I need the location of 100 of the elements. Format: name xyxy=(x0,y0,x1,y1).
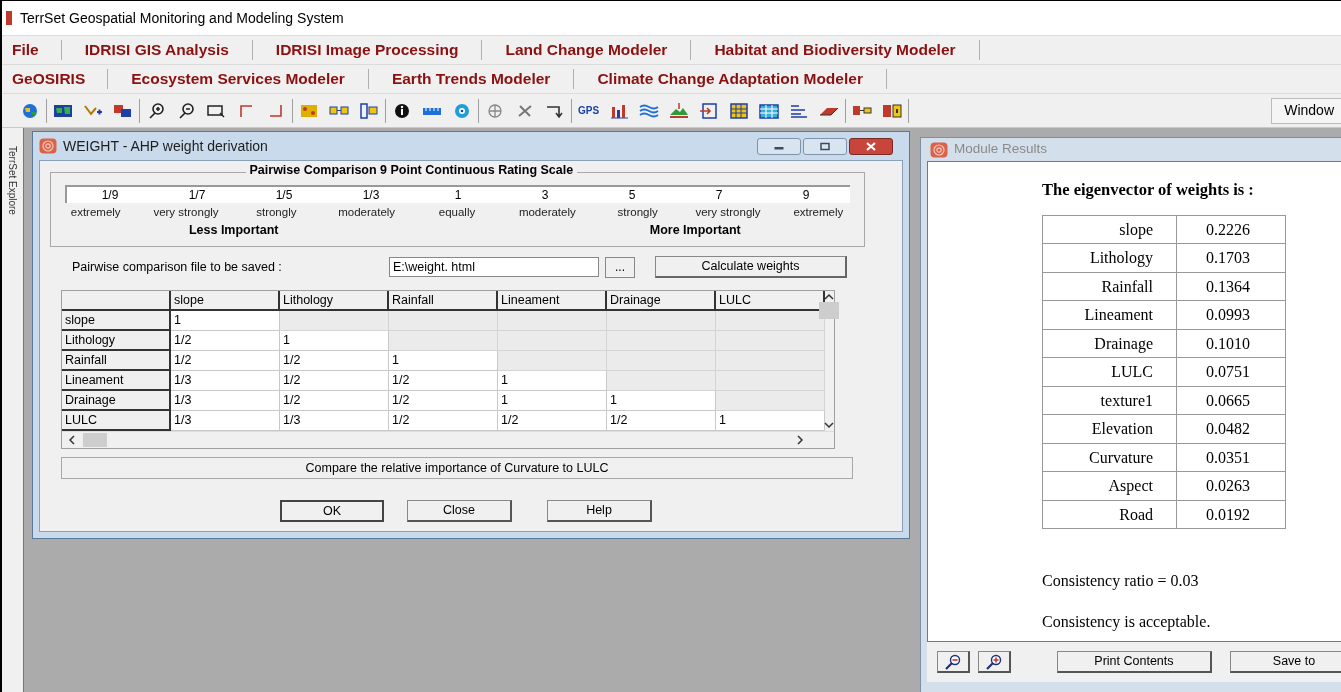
terrain-icon[interactable] xyxy=(669,101,690,120)
crosshair-icon[interactable] xyxy=(485,101,505,120)
table-cell: Elevation xyxy=(1042,414,1177,444)
grid-cell[interactable]: 1/2 xyxy=(280,391,389,411)
menu-item[interactable]: File xyxy=(2,38,61,62)
browse-button[interactable]: ... xyxy=(605,256,635,278)
target-icon[interactable] xyxy=(452,101,472,120)
scale-value: 9 xyxy=(801,187,811,203)
table-cell: 0.0351 xyxy=(1176,443,1286,472)
scroll-left-icon[interactable] xyxy=(68,435,75,445)
import-icon[interactable] xyxy=(699,101,720,120)
results-title: Module Results xyxy=(954,140,1048,159)
calculate-weights-button[interactable]: Calculate weights xyxy=(655,256,847,278)
grid-cell[interactable]: 1/3 xyxy=(171,411,280,431)
grid-cell[interactable]: 1 xyxy=(498,391,607,411)
table-cell: 0.0751 xyxy=(1176,357,1286,387)
scale-label: strongly xyxy=(616,205,659,220)
menu-item[interactable]: Climate Change Adaptation Modeler xyxy=(574,67,886,91)
scroll-thumb[interactable] xyxy=(819,302,839,319)
table-cell: 0.2226 xyxy=(1176,215,1286,244)
grid-cell[interactable]: 1/2 xyxy=(389,411,498,431)
menu-item[interactable]: Land Change Modeler xyxy=(482,38,691,62)
grid-cell[interactable]: 1/3 xyxy=(171,391,280,411)
column-header: slope xyxy=(171,291,280,311)
column-header: Rainfall xyxy=(389,291,498,311)
table-icon[interactable] xyxy=(729,101,750,120)
scale-label: very strongly xyxy=(694,205,762,220)
scale-value: 1/7 xyxy=(187,187,207,203)
grid-cell[interactable]: 1/2 xyxy=(498,411,607,431)
table-cell: slope xyxy=(1042,215,1177,244)
grid-cell[interactable]: 1 xyxy=(716,411,825,431)
grid-cell[interactable]: 1/2 xyxy=(280,351,389,371)
rating-scale-title: Pairwise Comparison 9 Point Continuous Rating Scale xyxy=(245,164,578,177)
grid-cell[interactable]: 1 xyxy=(498,371,607,391)
grid-cell[interactable]: 1/2 xyxy=(607,411,716,431)
save-button[interactable]: Save to xyxy=(1229,651,1341,673)
grid-cell[interactable]: 1/2 xyxy=(389,391,498,411)
info-icon[interactable] xyxy=(392,101,412,120)
maximize-icon xyxy=(819,141,831,151)
scroll-down-icon[interactable] xyxy=(824,422,834,429)
grid-cell[interactable]: 1 xyxy=(280,331,389,351)
scale-label: strongly xyxy=(255,205,298,220)
scroll-thumb[interactable] xyxy=(83,433,107,447)
table-cell: 0.1010 xyxy=(1176,329,1286,358)
window-title: TerrSet Geospatial Monitoring and Modeling System xyxy=(20,8,344,28)
grid-cell[interactable]: 1/2 xyxy=(171,351,280,371)
grid-cell[interactable]: 1/2 xyxy=(171,331,280,351)
horizontal-scrollbar[interactable] xyxy=(62,431,834,448)
scroll-right-icon[interactable] xyxy=(797,435,804,445)
grid-cell[interactable]: 1 xyxy=(171,311,280,331)
column-header: Drainage xyxy=(607,291,716,311)
grid-cell[interactable]: 1/2 xyxy=(280,371,389,391)
table-cell: 0.1364 xyxy=(1176,272,1286,301)
table-cell: texture1 xyxy=(1042,386,1177,415)
scale-label: equally xyxy=(437,205,477,220)
grid-cell[interactable]: 1 xyxy=(389,351,498,371)
grid-cell[interactable]: 1/3 xyxy=(280,411,389,431)
table-icon[interactable] xyxy=(759,101,780,120)
zoom-in-button[interactable] xyxy=(978,651,1011,673)
scale-value: 1/9 xyxy=(100,187,120,203)
results-heading: The eigenvector of weights is : xyxy=(1042,179,1255,201)
gps-button[interactable]: GPS xyxy=(578,105,600,116)
table-cell: 0.0192 xyxy=(1176,500,1286,529)
scale-label: moderately xyxy=(337,205,397,220)
scroll-up-icon[interactable] xyxy=(824,293,834,300)
less-important-label: Less Important xyxy=(187,222,280,240)
vertical-scrollbar[interactable] xyxy=(819,291,839,431)
boxes-icon[interactable] xyxy=(359,101,379,120)
menu-item[interactable]: IDRISI GIS Analysis xyxy=(61,38,252,62)
close-button[interactable] xyxy=(849,137,893,155)
dialog-button[interactable]: Help xyxy=(547,500,652,522)
grid-cell[interactable]: 1/3 xyxy=(171,371,280,391)
table-cell: 0.0665 xyxy=(1176,386,1286,415)
zoom-out-button[interactable] xyxy=(937,651,970,673)
menu-item[interactable]: Earth Trends Modeler xyxy=(368,67,574,91)
print-contents-button[interactable]: Print Contents xyxy=(1057,651,1212,673)
maximize-button[interactable] xyxy=(803,137,847,155)
table-cell: 0.0482 xyxy=(1176,414,1286,444)
menu-item[interactable]: Habitat and Biodiversity Modeler xyxy=(691,38,979,62)
dialog-button[interactable]: OK xyxy=(280,500,384,522)
file-name-field[interactable]: E:\weight. html xyxy=(389,257,599,277)
scale-value: 5 xyxy=(627,187,637,203)
table-cell: Road xyxy=(1042,500,1177,529)
window-button[interactable]: Window xyxy=(1271,97,1341,124)
explorer-tab-label[interactable]: TerrSet Explore xyxy=(5,146,20,215)
status-message: Compare the relative importance of Curvature to LULC xyxy=(61,457,853,479)
scale-value: 1 xyxy=(453,187,463,203)
globe-icon[interactable] xyxy=(20,101,40,120)
flowchart-icon[interactable] xyxy=(882,101,903,120)
grid-cell[interactable]: 1 xyxy=(607,391,716,411)
scale-value: 1/5 xyxy=(274,187,294,203)
menu-item[interactable]: Ecosystem Services Modeler xyxy=(108,67,368,91)
minimize-button[interactable] xyxy=(757,137,801,155)
dialog-button[interactable]: Close xyxy=(407,500,512,522)
grid-cell[interactable]: 1/2 xyxy=(389,371,498,391)
menu-item[interactable]: IDRISI Image Processing xyxy=(252,38,482,62)
zoom-in-icon xyxy=(985,653,1003,670)
scale-label: extremely xyxy=(69,205,122,220)
scale-label: very strongly xyxy=(152,205,220,220)
menu-item[interactable]: GeOSIRIS xyxy=(2,67,108,91)
